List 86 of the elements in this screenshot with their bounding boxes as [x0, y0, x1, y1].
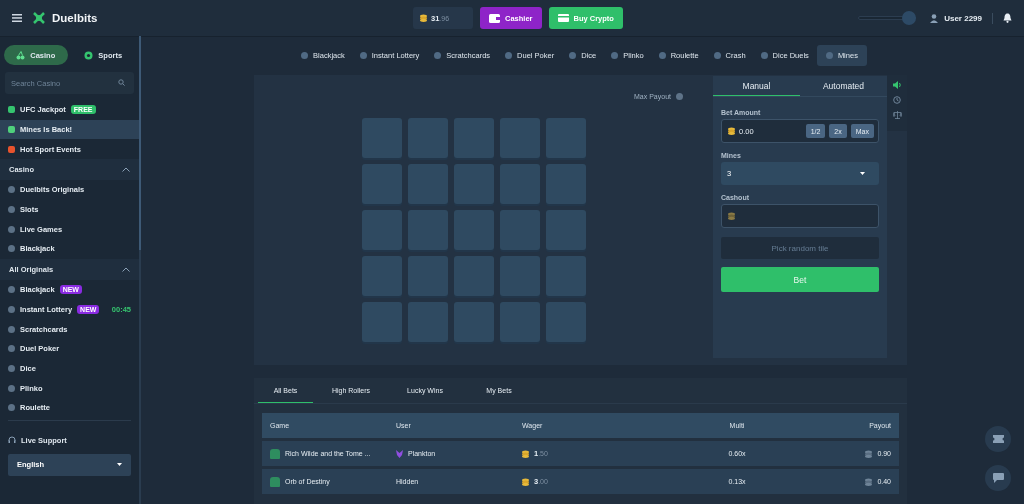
- game-icon: [658, 52, 666, 59]
- promo-icon: [8, 126, 15, 134]
- coins-icon: [522, 477, 529, 486]
- volume-slider[interactable]: [858, 11, 917, 25]
- search-icon: [118, 79, 125, 86]
- game-icon: [8, 286, 15, 294]
- bell-icon[interactable]: [1003, 13, 1012, 23]
- card-icon: [557, 14, 569, 22]
- wallet-icon: [489, 13, 500, 23]
- game-icon: [8, 404, 15, 412]
- mine-tile[interactable]: [453, 256, 494, 296]
- username[interactable]: User 2299: [944, 13, 982, 23]
- mine-tile[interactable]: [407, 164, 448, 204]
- promo-icon: [8, 106, 15, 114]
- slot-machine-icon: [270, 476, 280, 487]
- cherry-icon: [16, 50, 26, 60]
- game-icon: [8, 364, 15, 372]
- coins-icon: [728, 212, 735, 220]
- game-icon: [505, 52, 513, 59]
- game-icon: [569, 52, 577, 59]
- coins-icon: [865, 449, 873, 458]
- game-icon: [8, 186, 15, 194]
- mine-tile[interactable]: [407, 118, 448, 158]
- ball-icon: [84, 50, 94, 60]
- game-icon: [434, 52, 442, 59]
- coins-icon: [522, 449, 529, 458]
- game-icon: [825, 52, 833, 59]
- coins-icon: [420, 14, 427, 22]
- game-icon: [8, 305, 15, 313]
- user-icon: [930, 13, 939, 23]
- mine-tile[interactable]: [499, 302, 540, 342]
- rank-icon: [396, 449, 403, 458]
- history-icon[interactable]: [893, 96, 901, 104]
- menu-icon[interactable]: [12, 14, 22, 22]
- speaker-icon[interactable]: [892, 81, 902, 89]
- brand-name[interactable]: Duelbits: [52, 12, 98, 24]
- game-icon: [359, 52, 367, 59]
- mine-tile[interactable]: [499, 164, 540, 204]
- game-icon: [8, 325, 15, 333]
- headset-icon: [8, 436, 16, 445]
- coins-icon: [865, 477, 873, 486]
- coins-icon: [728, 127, 735, 135]
- chat-icon: [992, 473, 1004, 483]
- game-icon: [713, 52, 721, 59]
- mine-tile[interactable]: [407, 210, 448, 250]
- promo-icon: [8, 145, 15, 153]
- game-icon: [8, 345, 15, 353]
- game-icon: [8, 384, 15, 392]
- mine-tile[interactable]: [453, 302, 494, 342]
- mine-tile[interactable]: [453, 164, 494, 204]
- mine-tile[interactable]: [545, 118, 586, 158]
- mine-tile[interactable]: [545, 164, 586, 204]
- mine-tile[interactable]: [545, 256, 586, 296]
- mine-tile[interactable]: [499, 210, 540, 250]
- chat-button[interactable]: [985, 465, 1011, 491]
- mine-tile[interactable]: [545, 302, 586, 342]
- mode-tab[interactable]: Manual: [713, 76, 800, 96]
- mine-tile[interactable]: [361, 210, 402, 250]
- mine-tile[interactable]: [453, 118, 494, 158]
- mine-tile[interactable]: [499, 256, 540, 296]
- mine-tile[interactable]: [361, 118, 402, 158]
- mine-tile[interactable]: [453, 210, 494, 250]
- game-icon: [301, 52, 309, 59]
- caret-icon: [117, 463, 122, 467]
- mine-tile[interactable]: [499, 118, 540, 158]
- slider-thumb[interactable]: [902, 11, 917, 25]
- game-icon: [8, 206, 15, 214]
- game-icon: [611, 52, 619, 59]
- ticket-button[interactable]: [985, 426, 1011, 452]
- scales-icon[interactable]: [892, 111, 902, 119]
- slot-machine-icon: [270, 448, 280, 459]
- mine-tile[interactable]: [361, 256, 402, 296]
- game-icon: [760, 52, 768, 59]
- mine-tile[interactable]: [407, 256, 448, 296]
- caret-icon: [860, 172, 865, 175]
- logo-icon[interactable]: [32, 11, 46, 25]
- cashout-field[interactable]: [721, 204, 879, 228]
- mode-tab[interactable]: Automated: [800, 76, 887, 96]
- game-icon: [8, 225, 15, 233]
- mine-tile[interactable]: [545, 210, 586, 250]
- game-icon: [8, 245, 15, 253]
- mine-tile[interactable]: [407, 302, 448, 342]
- mine-tile[interactable]: [361, 302, 402, 342]
- info-icon[interactable]: [676, 93, 683, 100]
- ticket-icon: [992, 435, 1004, 443]
- mine-tile[interactable]: [361, 164, 402, 204]
